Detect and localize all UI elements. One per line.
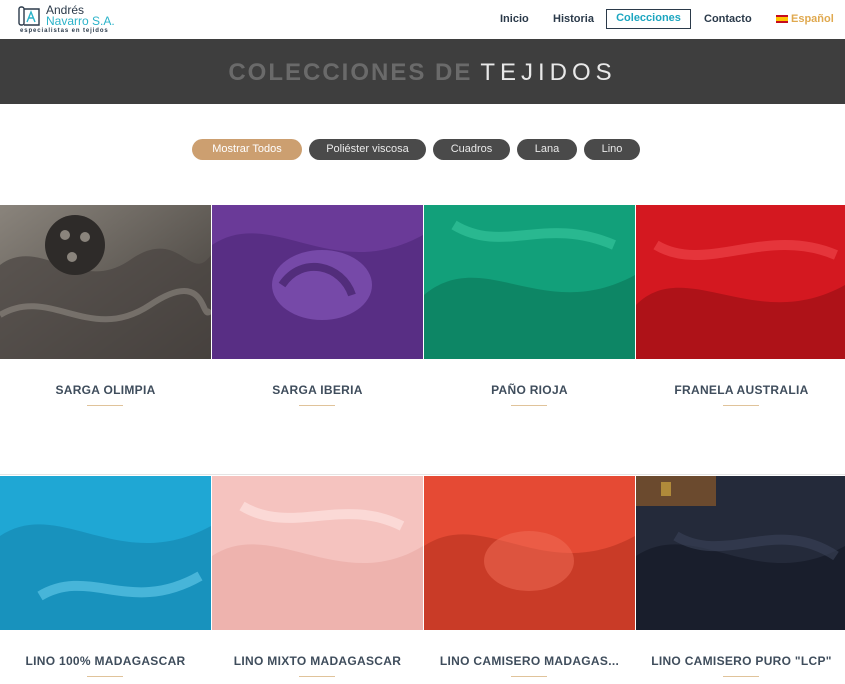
title-underline xyxy=(511,405,547,406)
page-title-part1: COLECCIONES DE xyxy=(228,59,473,86)
main-nav: Inicio Historia Colecciones Contacto Esp… xyxy=(0,9,845,29)
product-image-lino-mixto-madagascar[interactable] xyxy=(212,476,423,630)
spain-flag-icon xyxy=(776,15,788,24)
row-divider xyxy=(0,474,845,475)
page-title: COLECCIONES DE TEJIDOS xyxy=(0,39,845,104)
filter-cuadros[interactable]: Cuadros xyxy=(433,139,510,160)
title-underline xyxy=(87,405,123,406)
filter-poliester-viscosa[interactable]: Poliéster viscosa xyxy=(309,139,426,160)
nav-item-colecciones[interactable]: Colecciones xyxy=(606,9,691,29)
title-underline xyxy=(87,676,123,677)
title-underline xyxy=(511,676,547,677)
language-selector[interactable]: Español xyxy=(776,9,834,29)
title-underline xyxy=(723,405,759,406)
filter-lana[interactable]: Lana xyxy=(517,139,577,160)
site-header: Andrés Navarro S.A. especialistas en tej… xyxy=(0,0,845,38)
product-title[interactable]: LINO CAMISERO MADAGAS... xyxy=(424,654,635,668)
nav-item-contacto[interactable]: Contacto xyxy=(704,9,752,29)
page-title-part2: TEJIDOS xyxy=(480,59,617,86)
page-banner: COLECCIONES DE TEJIDOS xyxy=(0,39,845,104)
title-underline xyxy=(299,676,335,677)
product-image-sarga-olimpia[interactable] xyxy=(0,205,211,359)
product-title[interactable]: PAÑO RIOJA xyxy=(424,383,635,397)
title-underline xyxy=(723,676,759,677)
product-title[interactable]: LINO CAMISERO PURO "LCP" xyxy=(636,654,845,668)
filter-lino[interactable]: Lino xyxy=(584,139,640,160)
product-image-pano-rioja[interactable] xyxy=(424,205,635,359)
product-image-lino-100-madagascar[interactable] xyxy=(0,476,211,630)
product-title[interactable]: SARGA IBERIA xyxy=(212,383,423,397)
product-title[interactable]: LINO 100% MADAGASCAR xyxy=(0,654,211,668)
nav-item-inicio[interactable]: Inicio xyxy=(500,9,529,29)
product-image-franela-australia[interactable] xyxy=(636,205,845,359)
product-title[interactable]: FRANELA AUSTRALIA xyxy=(636,383,845,397)
product-image-lino-camisero-puro-lcp[interactable] xyxy=(636,476,845,630)
nav-item-historia[interactable]: Historia xyxy=(553,9,594,29)
language-label: Español xyxy=(791,13,834,25)
product-image-sarga-iberia[interactable] xyxy=(212,205,423,359)
filter-mostrar-todos[interactable]: Mostrar Todos xyxy=(192,139,302,160)
product-title[interactable]: SARGA OLIMPIA xyxy=(0,383,211,397)
product-title[interactable]: LINO MIXTO MADAGASCAR xyxy=(212,654,423,668)
title-underline xyxy=(299,405,335,406)
product-image-lino-camisero-madagascar[interactable] xyxy=(424,476,635,630)
